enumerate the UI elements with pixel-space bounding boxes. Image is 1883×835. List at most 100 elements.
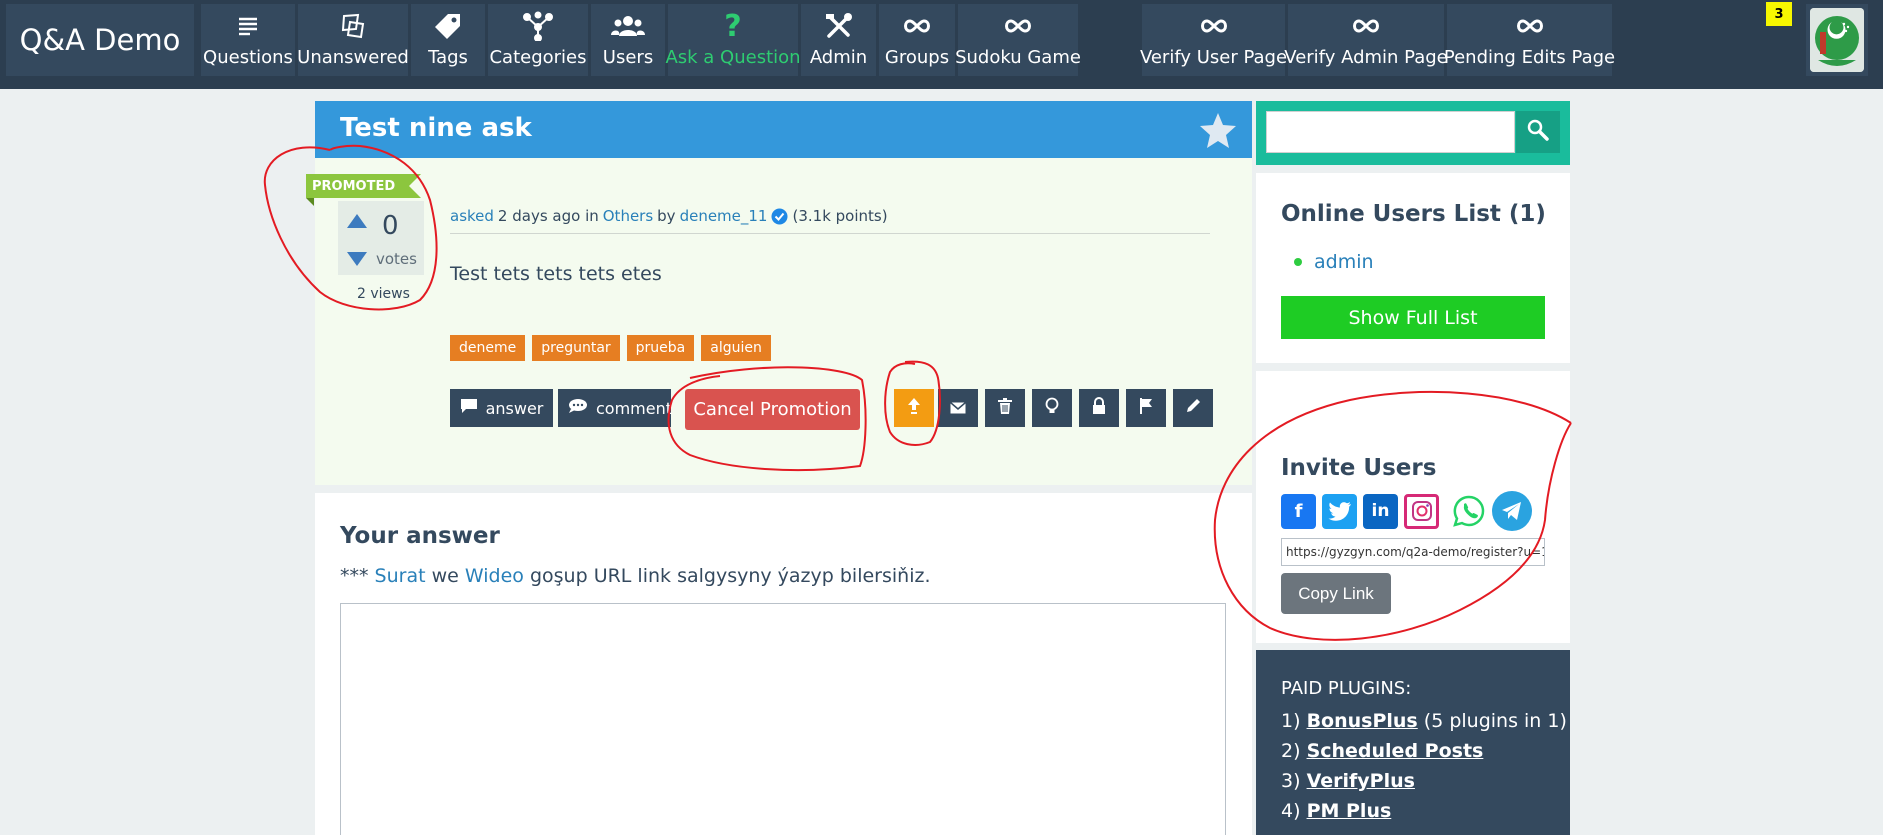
answer-button[interactable]: answer	[450, 389, 553, 427]
comment-label: comment	[596, 398, 673, 418]
instagram-icon[interactable]	[1404, 493, 1439, 529]
nav-label: Unanswered	[297, 47, 409, 68]
online-user-name[interactable]: admin	[1314, 251, 1374, 273]
author-link[interactable]: deneme_11	[680, 207, 768, 225]
unanswered-icon	[339, 11, 367, 41]
delete-button[interactable]	[985, 389, 1025, 427]
comment-button[interactable]: comment	[558, 389, 673, 427]
hint-button[interactable]	[1032, 389, 1072, 427]
by-label: by	[657, 207, 676, 225]
nav-label: Pending Edits Page	[1443, 47, 1616, 68]
tag[interactable]: prueba	[626, 335, 695, 361]
nav-label: Verify User Page	[1139, 47, 1288, 68]
plugin-link[interactable]: BonusPlus	[1307, 710, 1418, 732]
meta-divider	[450, 233, 1210, 234]
search-button[interactable]	[1516, 111, 1560, 153]
infinity-icon	[1003, 11, 1033, 41]
nav-tags[interactable]: Tags	[411, 4, 485, 76]
nav-label: Sudoku Game	[955, 47, 1081, 68]
author-points: (3.1k points)	[792, 207, 888, 225]
nav-verify-user[interactable]: Verify User Page	[1139, 4, 1288, 76]
item-num: 1)	[1281, 710, 1301, 732]
categories-icon	[522, 11, 554, 41]
lock-icon	[1092, 397, 1106, 419]
question-header: Test nine ask	[315, 101, 1252, 158]
whatsapp-icon[interactable]	[1451, 493, 1486, 529]
close-question-button[interactable]	[1079, 389, 1119, 427]
list-item: 2) Scheduled Posts	[1281, 736, 1567, 766]
lightbulb-icon	[1045, 397, 1059, 419]
online-status-dot	[1294, 258, 1302, 266]
item-num: 2)	[1281, 740, 1301, 762]
asked-link[interactable]: asked	[450, 207, 494, 225]
item-num: 4)	[1281, 800, 1301, 822]
invite-link-field[interactable]: https://gyzgyn.com/q2a-demo/register?u=1	[1281, 538, 1545, 566]
tag-list: deneme preguntar prueba alguien	[450, 335, 771, 361]
linkedin-icon[interactable]: in	[1363, 493, 1398, 529]
image-link[interactable]: Surat	[375, 565, 426, 587]
nav-verify-admin[interactable]: Verify Admin Page	[1284, 4, 1448, 76]
search-icon	[1527, 119, 1549, 145]
cancel-promotion-button[interactable]: Cancel Promotion	[685, 389, 860, 430]
social-share-row: f in	[1281, 491, 1532, 531]
infinity-icon	[1351, 11, 1381, 41]
category-link[interactable]: Others	[603, 207, 653, 225]
telegram-icon[interactable]	[1492, 491, 1532, 531]
vote-up-icon[interactable]	[346, 213, 368, 229]
online-users-panel: Online Users List (1) admin Show Full Li…	[1256, 173, 1570, 363]
votes-label: votes	[376, 250, 417, 268]
answer-editor[interactable]	[340, 603, 1226, 835]
nav-users[interactable]: Users	[591, 4, 665, 76]
nav-questions[interactable]: Questions	[201, 4, 295, 76]
nav-label: Ask a Question	[665, 47, 801, 68]
tag[interactable]: preguntar	[532, 335, 620, 361]
user-menu[interactable]	[1806, 4, 1868, 76]
note-suffix: goşup URL link salgysyny ýazyp bilersiňi…	[529, 565, 931, 587]
copy-link-button[interactable]: Copy Link	[1281, 573, 1391, 614]
paid-plugins-title: PAID PLUGINS:	[1281, 678, 1412, 699]
plugin-link[interactable]: Scheduled Posts	[1307, 740, 1484, 762]
edit-button[interactable]	[1173, 389, 1213, 427]
tools-icon	[824, 11, 854, 41]
plugin-link[interactable]: VerifyPlus	[1307, 770, 1415, 792]
nav-label: Groups	[884, 47, 950, 68]
nav-pending-edits[interactable]: Pending Edits Page	[1443, 4, 1616, 76]
paid-plugins-list: 1) BonusPlus (5 plugins in 1) 2) Schedul…	[1281, 706, 1567, 826]
plugin-link[interactable]: PM Plus	[1307, 800, 1392, 822]
answer-form: Your answer *** Surat we Wideo goşup URL…	[315, 493, 1252, 835]
flag-button[interactable]	[1126, 389, 1166, 427]
vote-down-icon[interactable]	[346, 251, 368, 267]
search-input[interactable]	[1266, 111, 1515, 153]
nav-label: Categories	[489, 47, 587, 68]
vote-box: 0 votes	[338, 201, 424, 275]
email-button[interactable]	[938, 389, 978, 427]
nav-admin[interactable]: Admin	[801, 4, 876, 76]
infinity-icon	[902, 11, 932, 41]
twitter-icon[interactable]	[1322, 493, 1357, 529]
list-item: 1) BonusPlus (5 plugins in 1)	[1281, 706, 1567, 736]
video-link[interactable]: Wideo	[465, 565, 524, 587]
questions-icon	[237, 11, 259, 41]
nav-unanswered[interactable]: Unanswered	[297, 4, 409, 76]
notification-badge[interactable]: 3	[1766, 2, 1792, 26]
favorite-star-icon[interactable]	[1198, 111, 1238, 151]
tag[interactable]: alguien	[701, 335, 771, 361]
question-text: Test tets tets tets etes	[450, 263, 662, 285]
nav-ask-question[interactable]: ? Ask a Question	[665, 4, 801, 76]
online-user-item[interactable]: admin	[1294, 251, 1374, 273]
nav-label: Admin	[809, 47, 868, 68]
nav-categories[interactable]: Categories	[488, 4, 588, 76]
nav-sudoku[interactable]: Sudoku Game	[955, 4, 1081, 76]
nav-label: Verify Admin Page	[1284, 47, 1448, 68]
tag[interactable]: deneme	[450, 335, 526, 361]
note-conj: we	[431, 565, 459, 587]
site-logo[interactable]: Q&A Demo	[6, 4, 194, 76]
promote-button[interactable]	[894, 389, 934, 427]
verified-badge-icon	[771, 208, 788, 225]
facebook-icon[interactable]: f	[1281, 493, 1316, 529]
show-full-list-button[interactable]: Show Full List	[1281, 296, 1545, 339]
trash-icon	[998, 398, 1012, 418]
nav-groups[interactable]: Groups	[879, 4, 955, 76]
promote-arrow-icon	[907, 397, 921, 419]
list-item: 3) VerifyPlus	[1281, 766, 1567, 796]
